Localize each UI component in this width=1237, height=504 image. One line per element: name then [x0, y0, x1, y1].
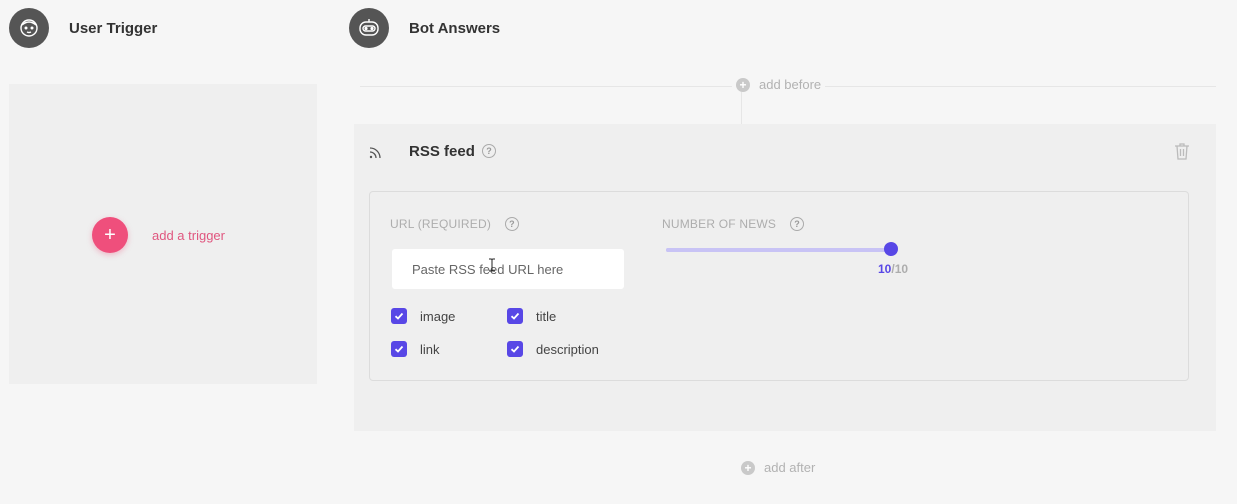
plus-circle-icon: +: [736, 77, 750, 92]
bot-answers-header: Bot Answers: [349, 8, 500, 48]
trigger-panel: + add a trigger: [9, 84, 317, 384]
plus-circle-icon: +: [741, 460, 755, 475]
rss-url-input[interactable]: [392, 249, 624, 289]
rss-icon: [369, 147, 381, 159]
image-checkbox-label: image: [420, 308, 456, 324]
news-count-value: 10: [878, 262, 892, 276]
news-count-label-text: NUMBER OF NEWS: [662, 217, 777, 231]
add-before-button[interactable]: + add before: [732, 77, 826, 92]
connector-line: [741, 92, 742, 124]
title-checkbox[interactable]: title: [507, 308, 556, 324]
plus-icon: +: [104, 224, 116, 246]
slider-fill: [666, 248, 891, 252]
help-icon[interactable]: ?: [790, 217, 805, 231]
rss-card-header: RSS feed ?: [354, 124, 1216, 178]
help-icon[interactable]: ?: [482, 144, 496, 158]
user-trigger-header: User Trigger: [9, 8, 157, 48]
user-trigger-title: User Trigger: [69, 19, 158, 37]
description-checkbox[interactable]: description: [507, 341, 599, 357]
add-before-label: add before: [759, 77, 822, 92]
check-icon: [391, 308, 407, 324]
news-count-readout: 10/10: [878, 262, 908, 276]
add-trigger-button[interactable]: +: [92, 217, 128, 253]
add-after-label: add after: [764, 460, 816, 475]
robot-icon: [349, 8, 389, 48]
slider-thumb[interactable]: [884, 242, 898, 256]
check-icon: [507, 341, 523, 357]
description-checkbox-label: description: [536, 341, 599, 357]
rss-feed-card: RSS feed ? URL (REQUIRED) ? image: [354, 124, 1216, 431]
image-checkbox[interactable]: image: [391, 308, 455, 324]
rss-card-title: RSS feed: [409, 143, 475, 160]
url-field-label: URL (REQUIRED) ?: [390, 217, 520, 231]
user-face-icon: [9, 8, 49, 48]
news-count-field-label: NUMBER OF NEWS ?: [662, 217, 805, 231]
news-count-slider[interactable]: [666, 242, 898, 256]
link-checkbox[interactable]: link: [391, 341, 440, 357]
add-after-button[interactable]: + add after: [737, 460, 820, 475]
news-count-max: /10: [891, 262, 909, 276]
rss-settings-box: URL (REQUIRED) ? image title link: [369, 191, 1189, 381]
check-icon: [507, 308, 523, 324]
help-icon[interactable]: ?: [505, 217, 520, 231]
url-label-text: URL (REQUIRED): [390, 217, 492, 231]
add-trigger-link[interactable]: add a trigger: [152, 228, 225, 243]
link-checkbox-label: link: [420, 341, 440, 357]
bot-answers-title: Bot Answers: [409, 19, 501, 37]
title-checkbox-label: title: [536, 308, 557, 324]
trash-icon[interactable]: [1174, 142, 1190, 160]
check-icon: [391, 341, 407, 357]
